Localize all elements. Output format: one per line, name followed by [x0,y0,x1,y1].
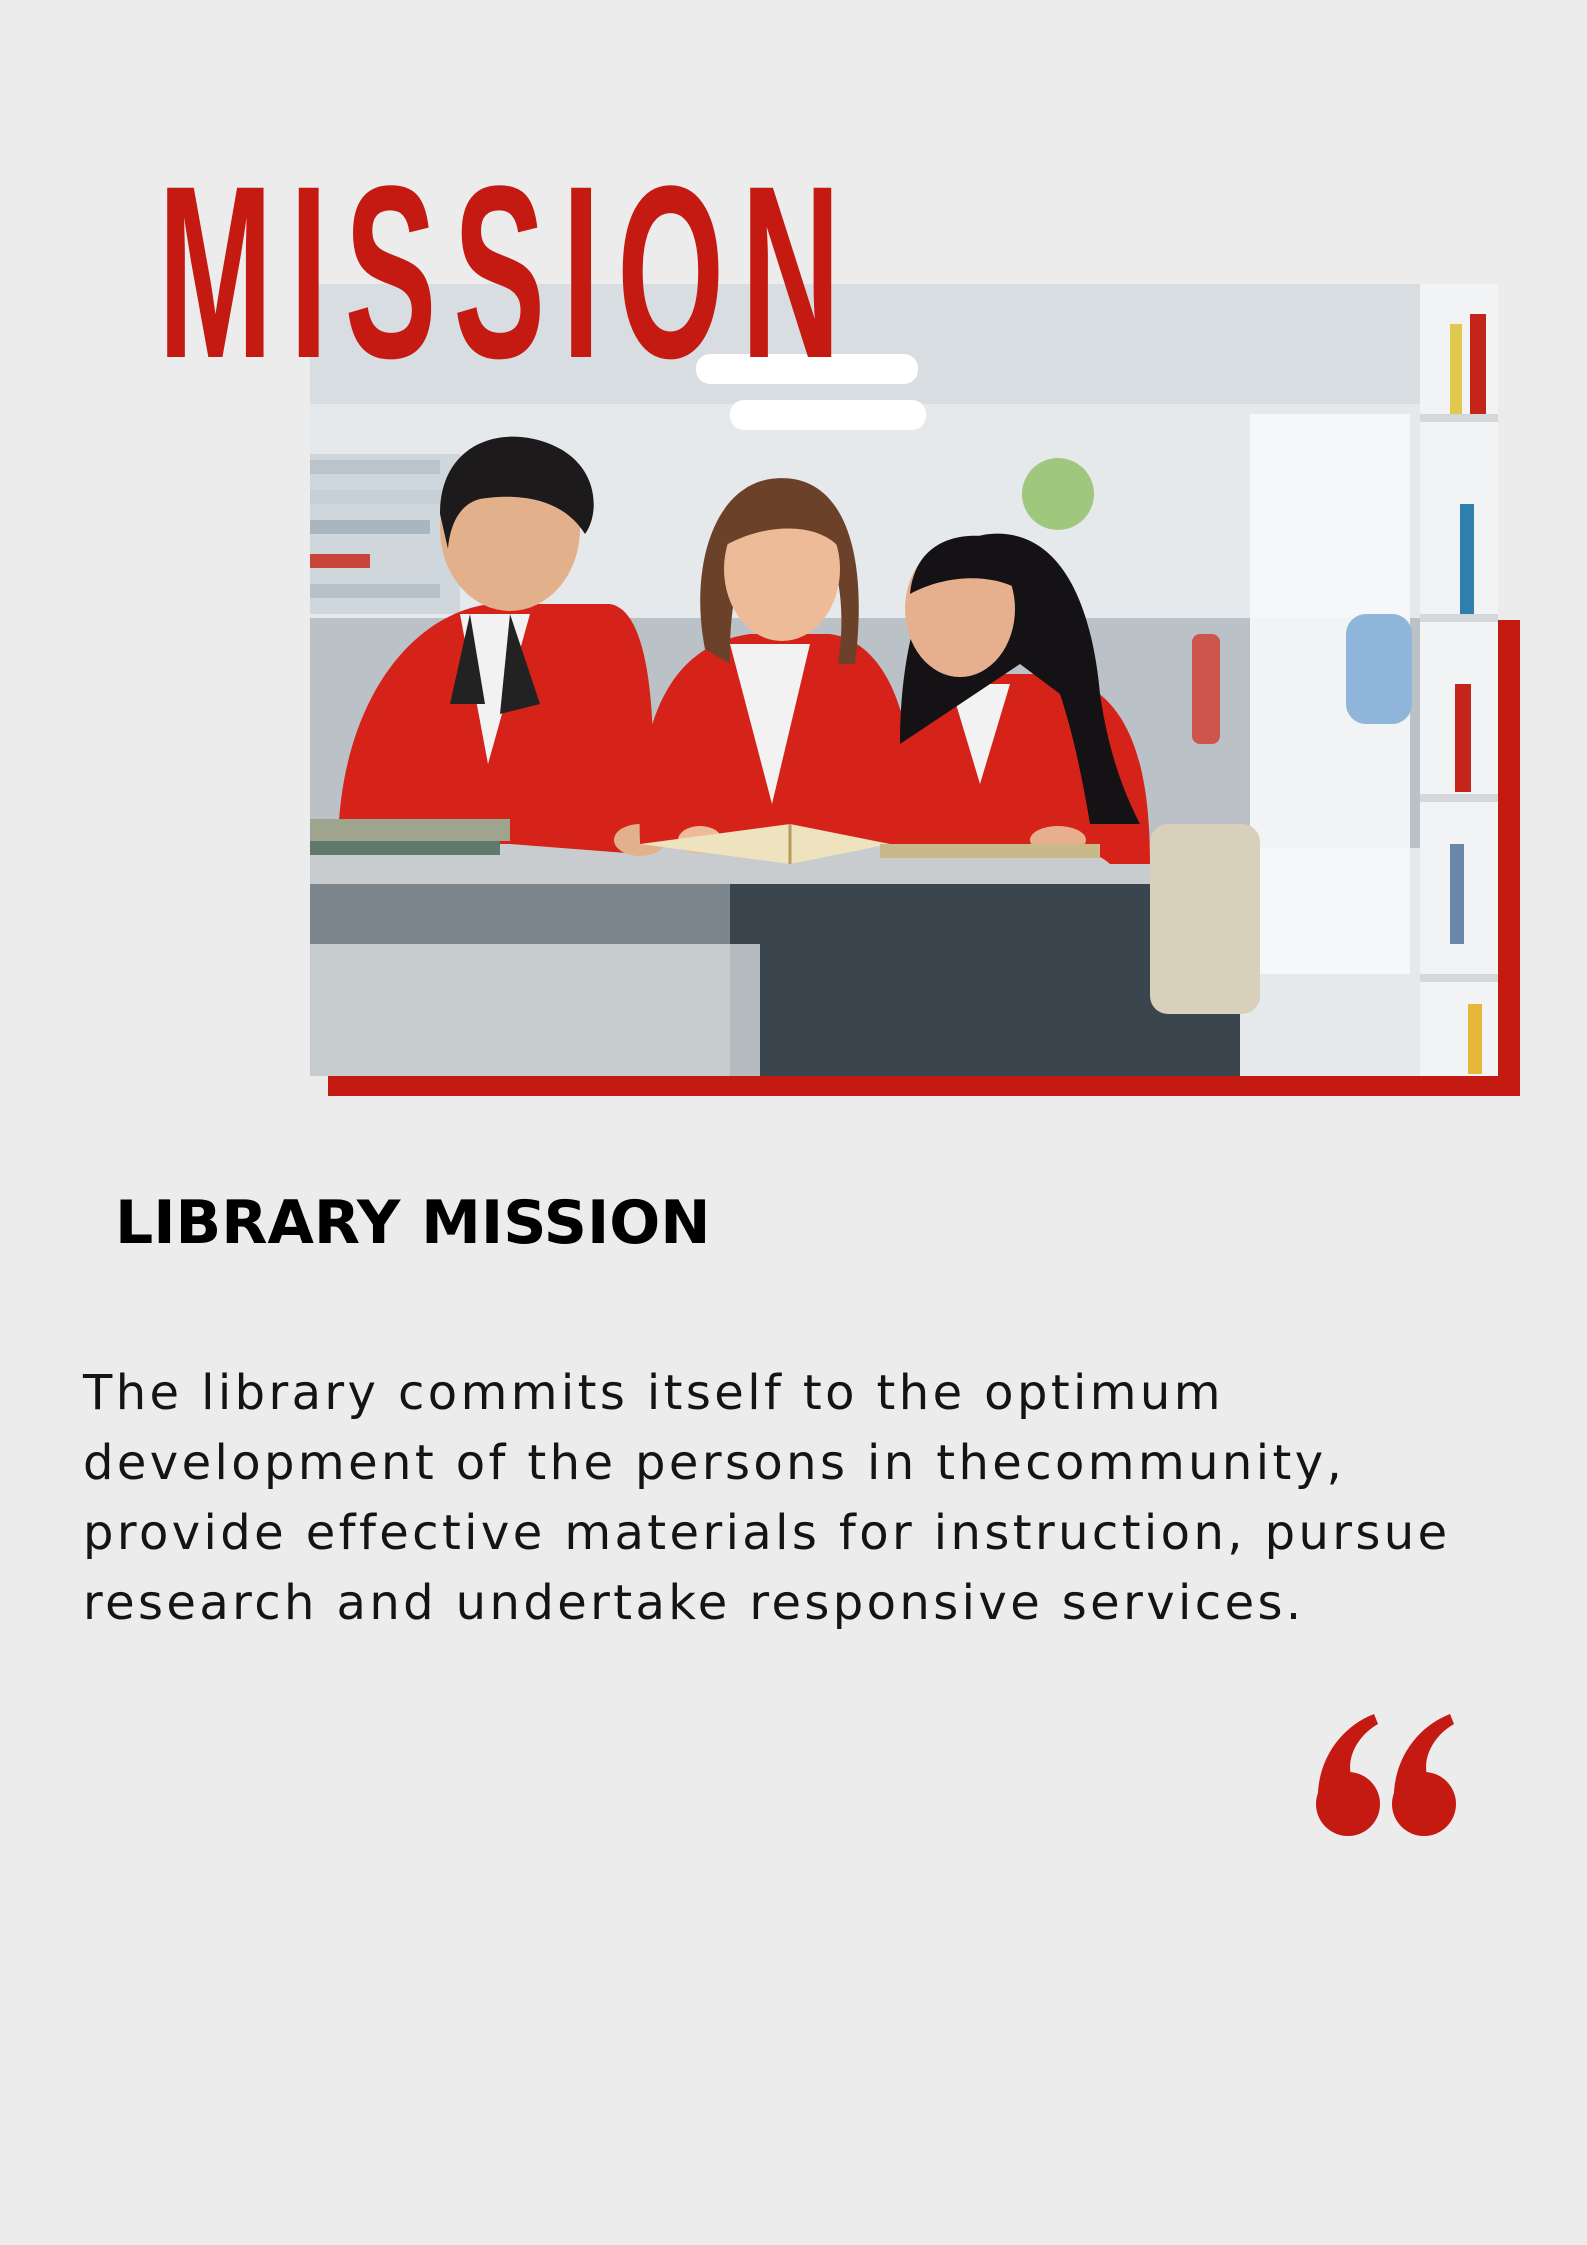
opening-quote-icon [1316,1714,1456,1836]
mission-statement: The library commits itself to the optimu… [83,1365,1451,1631]
section-heading: LIBRARY MISSION [115,1188,711,1258]
page-title: MISSION [158,135,858,410]
